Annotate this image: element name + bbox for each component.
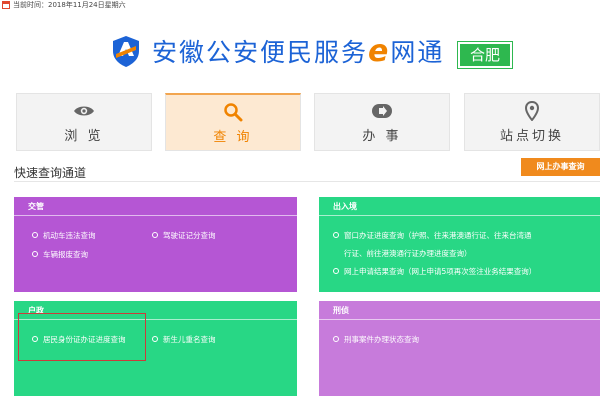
tab-query[interactable]: 查 询 <box>165 93 301 151</box>
link-window-progress[interactable]: 窗口办证进度查询（护照、往来港澳通行证、往来台湾通 <box>333 231 532 241</box>
panel-criminal: 刑侦 刑事案件办理状态查询 <box>319 301 600 396</box>
link-license-points[interactable]: 驾驶证记分查询 <box>152 231 216 241</box>
tab-query-label: 查 询 <box>213 130 253 145</box>
link-window-progress-cont[interactable]: 行证、前往港澳通行证办理进度查询） <box>333 249 472 259</box>
panel-exit-entry-title: 出入境 <box>333 202 357 211</box>
panel-criminal-title: 刑侦 <box>333 306 349 315</box>
panel-criminal-header: 刑侦 <box>319 301 600 320</box>
calendar-icon <box>2 1 10 9</box>
section-divider <box>14 181 600 182</box>
search-icon <box>166 103 300 122</box>
panel-traffic-title: 交管 <box>28 202 44 211</box>
current-date: 当前时间：2018年11月24日星期六 <box>13 1 126 9</box>
tab-switch-site-label: 站点切换 <box>499 129 564 144</box>
tab-services-label: 办 事 <box>362 129 402 144</box>
link-vehicle-scrap[interactable]: 车辆报废查询 <box>32 250 88 260</box>
panel-traffic-header: 交管 <box>14 197 297 216</box>
panel-exit-entry: 出入境 窗口办证进度查询（护照、往来港澳通行证、往来台湾通 行证、前往港澳通行证… <box>319 197 600 292</box>
site-title: 安徽公安便民服务e网通 <box>152 36 444 69</box>
location-pin-icon <box>465 101 599 121</box>
city-badge[interactable]: 合肥 <box>458 42 512 68</box>
date-bar: 当前时间：2018年11月24日星期六 <box>0 0 600 12</box>
link-vehicle-violation[interactable]: 机动车违法查询 <box>32 231 96 241</box>
tab-browse[interactable]: 浏 览 <box>16 93 152 151</box>
eye-icon <box>17 102 151 120</box>
panel-traffic: 交管 机动车违法查询 驾驶证记分查询 车辆报废查询 <box>14 197 297 292</box>
link-criminal-case-status[interactable]: 刑事案件办理状态查询 <box>333 335 419 345</box>
tab-switch-site[interactable]: 站点切换 <box>464 93 600 151</box>
site-title-e: e <box>368 34 391 69</box>
section-title: 快速查询通道 <box>14 166 87 180</box>
police-shield-logo <box>110 34 142 68</box>
highlight-box <box>18 313 146 361</box>
link-newborn-name[interactable]: 新生儿重名查询 <box>152 335 216 345</box>
tab-browse-label: 浏 览 <box>64 129 104 144</box>
site-title-part1: 安徽公安便民服务 <box>152 38 369 67</box>
tag-icon <box>315 102 449 120</box>
online-query-button[interactable]: 网上办事查询 <box>521 158 600 176</box>
site-title-part2: 网通 <box>390 38 445 67</box>
tab-services[interactable]: 办 事 <box>314 93 450 151</box>
link-online-result[interactable]: 网上申请结果查询（网上申请5项再次签注业务结果查询） <box>333 267 536 277</box>
panel-exit-entry-header: 出入境 <box>319 197 600 216</box>
